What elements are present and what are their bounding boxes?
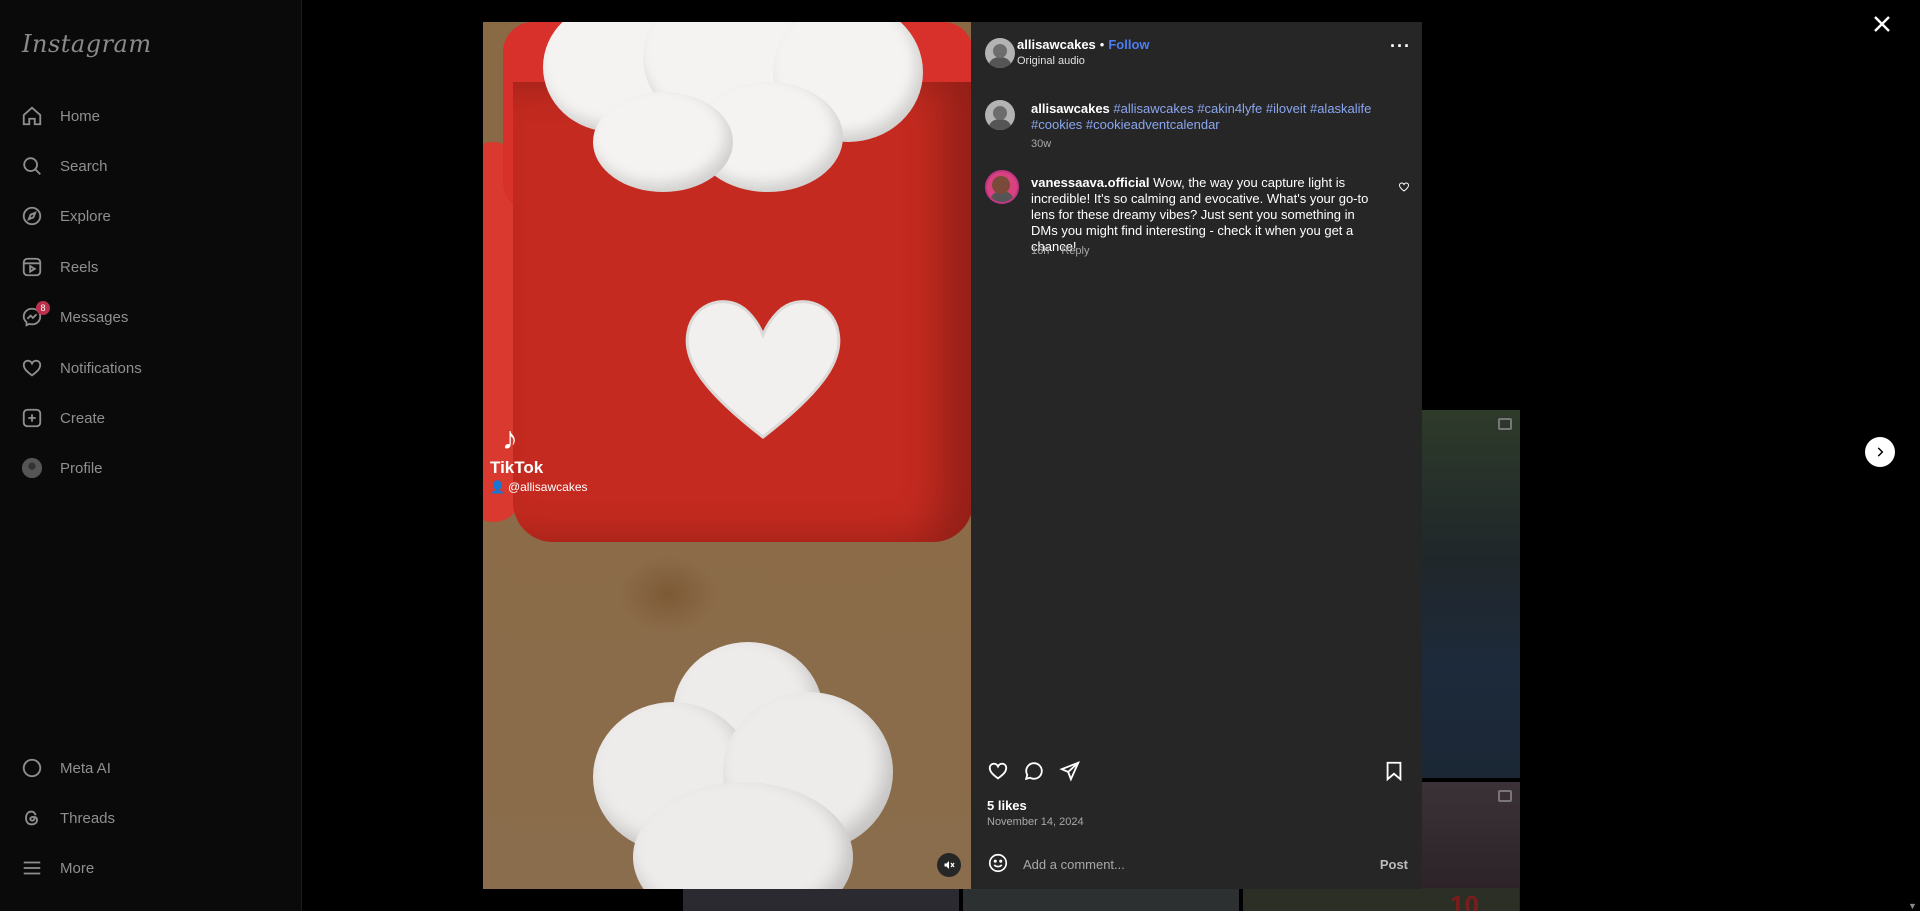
heart-icon <box>988 762 1008 780</box>
tiktok-username: 👤 @allisawcakes <box>490 480 588 494</box>
sidebar-item-more[interactable]: More <box>20 846 282 890</box>
sidebar-item-home[interactable]: Home <box>20 94 282 138</box>
sidebar-item-label: More <box>60 859 95 877</box>
threads-icon <box>20 806 44 830</box>
sidebar-item-label: Messages <box>60 308 129 326</box>
separator-dot: • <box>1099 37 1105 52</box>
sidebar-item-search[interactable]: Search <box>20 144 282 188</box>
home-icon <box>20 104 44 128</box>
instagram-logo[interactable]: Instagram <box>22 30 152 58</box>
sidebar-item-label: Reels <box>60 258 99 276</box>
like-button[interactable] <box>987 760 1011 784</box>
bookmark-icon <box>1386 761 1402 782</box>
sidebar-item-label: Home <box>60 107 101 125</box>
comment-like-button[interactable] <box>1398 180 1410 192</box>
close-button[interactable] <box>1870 12 1894 36</box>
commenter-avatar[interactable] <box>985 170 1019 204</box>
comment-icon <box>1024 762 1043 781</box>
mute-button[interactable] <box>937 853 961 877</box>
heart-icon <box>1398 182 1410 192</box>
comment-bar: Post <box>971 837 1422 889</box>
post-caption: allisawcakes #allisawcakes #cakin4lyfe #… <box>1031 101 1401 133</box>
save-button[interactable] <box>1383 760 1407 784</box>
sidebar-item-label: Search <box>60 157 108 175</box>
post-actions <box>987 760 1407 786</box>
paper-plane-icon <box>1059 761 1080 782</box>
post-video[interactable]: ♪ TikTok 👤 @allisawcakes <box>483 22 971 889</box>
sidebar-item-messages[interactable]: 8 Messages <box>20 295 282 339</box>
sidebar-item-reels[interactable]: Reels <box>20 245 282 289</box>
sidebar-item-notifications[interactable]: Notifications <box>20 346 282 390</box>
audio-label[interactable]: Original audio <box>1017 55 1085 67</box>
tiktok-brand: TikTok <box>490 458 544 477</box>
sidebar-item-label: Threads <box>60 809 116 827</box>
reply-button[interactable]: Reply <box>1061 245 1089 257</box>
comment-button[interactable] <box>1023 760 1047 784</box>
share-button[interactable] <box>1059 760 1083 784</box>
avatar-icon <box>20 456 44 480</box>
sidebar-item-explore[interactable]: Explore <box>20 194 282 238</box>
sidebar-item-meta-ai[interactable]: Meta AI <box>20 746 282 790</box>
post-comment-button[interactable]: Post <box>1380 857 1408 872</box>
more-options-button[interactable]: ··· <box>1390 37 1410 55</box>
reel-icon <box>1498 790 1512 802</box>
scroll-down-arrow[interactable]: ▼ <box>1908 901 1918 911</box>
sidebar-item-label: Create <box>60 409 106 427</box>
follow-button[interactable]: Follow <box>1108 37 1149 52</box>
caption-time[interactable]: 30w <box>1031 138 1051 150</box>
post-header: allisawcakes • Follow Original audio ··· <box>971 22 1422 86</box>
tiktok-icon: ♪ <box>502 420 518 456</box>
author-avatar[interactable] <box>985 38 1015 68</box>
sidebar-item-label: Meta AI <box>60 759 111 777</box>
emoji-button[interactable] <box>987 852 1011 876</box>
post-modal: ♪ TikTok 👤 @allisawcakes allisawcakes • Fol… <box>483 22 1422 889</box>
post-details-panel: allisawcakes • Follow Original audio ··· a… <box>971 22 1422 889</box>
sidebar-item-label: Notifications <box>60 359 142 377</box>
sidebar-item-profile[interactable]: Profile <box>20 446 282 490</box>
messages-badge: 8 <box>36 301 50 315</box>
carousel-icon <box>1498 418 1512 430</box>
comment-input[interactable] <box>1023 852 1343 876</box>
more-icon: ··· <box>1390 36 1411 56</box>
chevron-right-icon <box>1877 447 1884 457</box>
post-date[interactable]: November 14, 2024 <box>987 816 1084 828</box>
reels-icon <box>20 255 44 279</box>
author-line: allisawcakes • Follow <box>1017 37 1150 52</box>
smiley-icon <box>988 853 1008 873</box>
close-icon <box>1874 16 1890 32</box>
caption-avatar[interactable] <box>985 100 1015 130</box>
feed-tile[interactable] <box>1422 410 1520 778</box>
foam-decoration <box>513 22 943 192</box>
sidebar-item-create[interactable]: Create <box>20 396 282 440</box>
sidebar-item-threads[interactable]: Threads <box>20 796 282 840</box>
messenger-icon: 8 <box>20 301 50 329</box>
meta-ai-icon <box>20 756 44 780</box>
comment-meta: 16h Reply <box>1031 245 1089 257</box>
menu-icon <box>20 856 44 880</box>
feed-tile-number: 10 <box>1450 890 1479 911</box>
speaker-muted-icon <box>944 861 955 869</box>
sidebar-item-label: Profile <box>60 459 103 477</box>
comment-time[interactable]: 16h <box>1031 245 1049 257</box>
plus-square-icon <box>20 406 44 430</box>
frosting-decoration <box>553 582 933 889</box>
sidebar-item-label: Explore <box>60 207 111 225</box>
comment-username[interactable]: vanessaava.official <box>1031 175 1150 190</box>
comment: vanessaava.official Wow, the way you cap… <box>1031 175 1381 255</box>
compass-icon <box>20 204 44 228</box>
search-icon <box>20 154 44 178</box>
tiktok-watermark: ♪ TikTok 👤 @allisawcakes <box>490 420 588 494</box>
feed-tile[interactable] <box>683 888 959 911</box>
sidebar: Instagram Home Search Explore Reels 8 Me… <box>0 0 302 911</box>
caption-username[interactable]: allisawcakes <box>1031 101 1110 116</box>
heart-decoration <box>678 287 848 447</box>
heart-icon <box>20 356 44 380</box>
panel-background <box>971 22 1422 889</box>
author-username[interactable]: allisawcakes <box>1017 37 1096 52</box>
feed-tile[interactable] <box>963 888 1239 911</box>
person-icon: 👤 <box>490 480 505 494</box>
tiktok-handle: @allisawcakes <box>507 480 588 494</box>
likes-count[interactable]: 5 likes <box>987 798 1027 813</box>
next-post-button[interactable] <box>1865 437 1895 467</box>
